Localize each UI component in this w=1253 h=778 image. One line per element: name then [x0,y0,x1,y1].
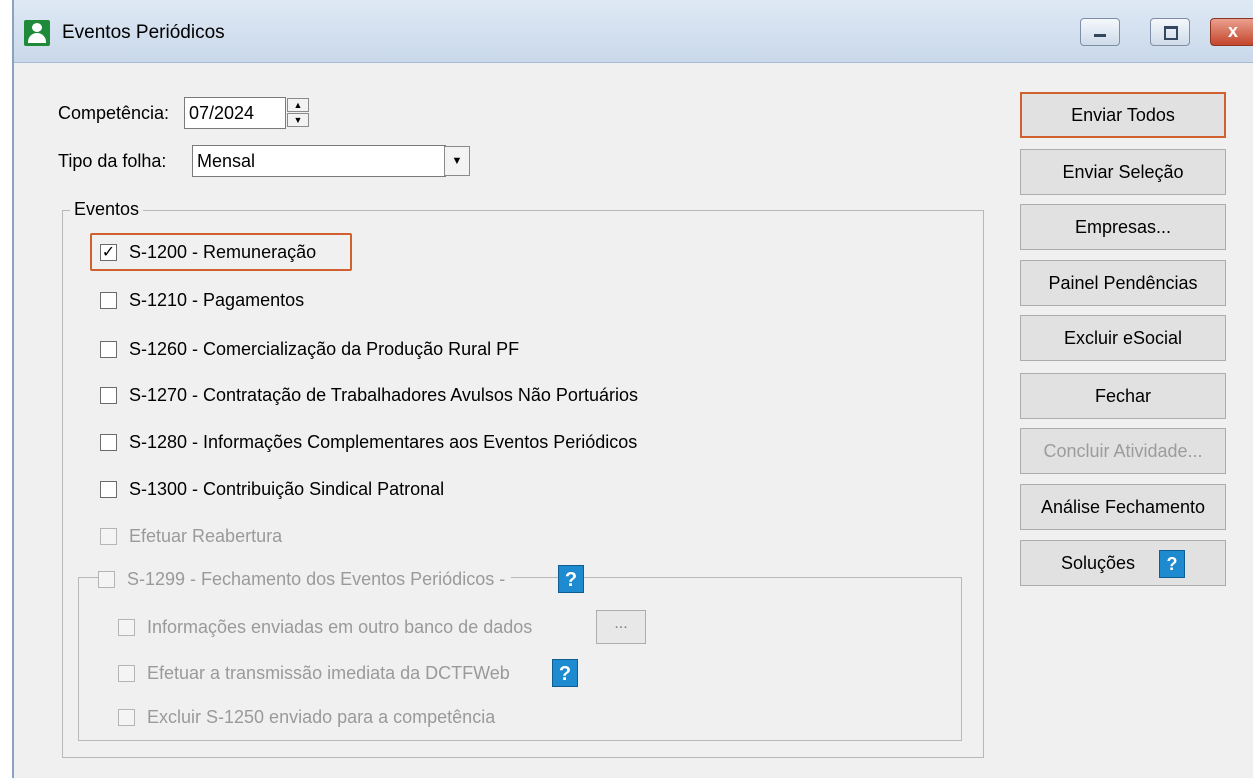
checkbox-icon[interactable] [100,433,117,451]
tipo-folha-label: Tipo da folha: [58,151,167,171]
solucoes-label: Soluções [1060,553,1136,573]
checkbox-icon[interactable] [100,480,117,498]
checkbox-icon[interactable] [118,708,135,726]
close-button[interactable]: x [1210,18,1253,46]
checkbox-icon[interactable] [100,527,117,545]
checkbox-checked-icon[interactable]: ✓ [100,243,117,261]
competencia-label: Competência: [58,103,170,123]
eventos-periodicos-window: Eventos Periódicos x Competência: 07/202… [12,0,1253,778]
checkbox-label: Informações enviadas em outro banco de d… [147,616,533,637]
checkbox-icon[interactable] [118,618,135,636]
tipo-folha-select[interactable]: Mensal [192,145,446,177]
checkbox-label: S-1260 - Comercialização da Produção Rur… [129,338,520,359]
checkbox-label: S-1200 - Remuneração [129,241,317,262]
checkbox-icon[interactable] [100,291,117,309]
checkbox-icon[interactable] [100,340,117,358]
spin-up-icon[interactable]: ▲ [287,98,309,112]
checkbox-label: S-1210 - Pagamentos [129,289,305,310]
spin-down-icon[interactable]: ▼ [287,113,309,127]
checkbox-icon[interactable] [100,386,117,404]
ellipsis-button[interactable]: ... [596,610,646,644]
checkbox-outro-banco[interactable]: Informações enviadas em outro banco de d… [118,614,532,640]
checkbox-dctfweb[interactable]: Efetuar a transmissão imediata da DCTFWe… [118,660,510,686]
enviar-selecao-button[interactable]: Enviar Seleção [1020,149,1226,195]
checkbox-icon[interactable] [118,664,135,682]
concluir-atividade-button[interactable]: Concluir Atividade... [1020,428,1226,474]
analise-fechamento-button[interactable]: Análise Fechamento [1020,484,1226,530]
help-icon[interactable]: ? [552,659,578,687]
checkbox-s1299[interactable]: S-1299 - Fechamento dos Eventos Periódic… [98,566,512,592]
checkbox-label: Efetuar Reabertura [129,525,283,546]
checkbox-icon[interactable] [98,570,115,588]
checkbox-s1200[interactable]: ✓ S-1200 - Remuneração [100,239,316,265]
fechar-button[interactable]: Fechar [1020,373,1226,419]
checkbox-reabertura[interactable]: Efetuar Reabertura [100,523,282,549]
checkbox-s1280[interactable]: S-1280 - Informações Complementares aos … [100,429,637,455]
excluir-esocial-button[interactable]: Excluir eSocial [1020,315,1226,361]
painel-pendencias-button[interactable]: Painel Pendências [1020,260,1226,306]
competencia-spinner[interactable]: ▲ ▼ [287,98,309,128]
title-bar[interactable]: Eventos Periódicos x [14,0,1253,63]
minimize-button[interactable] [1080,18,1120,46]
checkbox-label: S-1300 - Contribuição Sindical Patronal [129,478,445,499]
window-title: Eventos Periódicos [62,22,225,43]
empresas-button[interactable]: Empresas... [1020,204,1226,250]
checkbox-s1270[interactable]: S-1270 - Contratação de Trabalhadores Av… [100,382,638,408]
app-user-icon [24,20,50,46]
maximize-button[interactable] [1150,18,1190,46]
checkbox-label: S-1299 - Fechamento dos Eventos Periódic… [127,568,506,589]
checkbox-label: S-1280 - Informações Complementares aos … [129,431,638,452]
checkbox-s1300[interactable]: S-1300 - Contribuição Sindical Patronal [100,476,444,502]
help-icon: ? [1159,550,1186,579]
enviar-todos-button[interactable]: Enviar Todos [1020,92,1226,138]
competencia-input[interactable]: 07/2024 [184,97,286,129]
checkbox-s1260[interactable]: S-1260 - Comercialização da Produção Rur… [100,336,519,362]
eventos-legend: Eventos [70,199,144,220]
checkbox-label: Excluir S-1250 enviado para a competênci… [147,706,496,727]
checkbox-s1210[interactable]: S-1210 - Pagamentos [100,287,304,313]
chevron-down-icon[interactable]: ▼ [444,146,470,176]
solucoes-button[interactable]: Soluções? [1020,540,1226,586]
help-icon[interactable]: ? [558,565,584,593]
checkbox-excluir-s1250[interactable]: Excluir S-1250 enviado para a competênci… [118,704,495,730]
checkbox-label: S-1270 - Contratação de Trabalhadores Av… [129,384,638,405]
checkbox-label: Efetuar a transmissão imediata da DCTFWe… [147,662,510,683]
